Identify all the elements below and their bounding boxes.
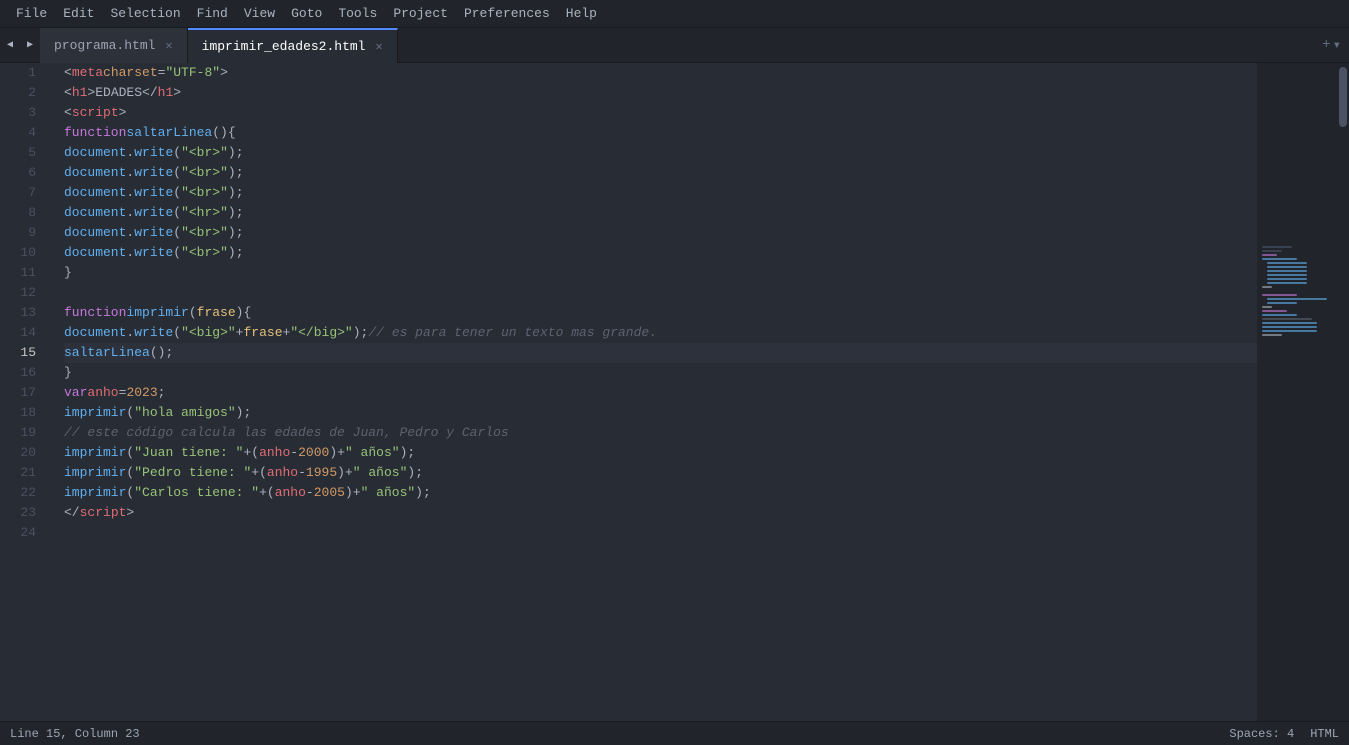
code-line-12 [64, 283, 1257, 303]
code-line-5: document.write("<br>"); [64, 143, 1257, 163]
line-number-5: 5 [16, 143, 36, 163]
plus-icon: + [1322, 37, 1330, 53]
menu-item-goto[interactable]: Goto [283, 4, 330, 23]
line-number-1: 1 [16, 63, 36, 83]
tab-add-button[interactable]: + ▾ [1314, 37, 1349, 54]
line-number-18: 18 [16, 403, 36, 423]
line-number-15: 15 [16, 343, 36, 363]
line-number-9: 9 [16, 223, 36, 243]
code-line-17: var anho = 2023; [64, 383, 1257, 403]
code-line-19: // este código calcula las edades de Jua… [64, 423, 1257, 443]
code-line-15: saltarLinea(); [64, 343, 1257, 363]
line-number-13: 13 [16, 303, 36, 323]
line-numbers: 123456789101112131415161718192021222324 [0, 63, 48, 721]
menu-item-project[interactable]: Project [385, 4, 456, 23]
line-number-10: 10 [16, 243, 36, 263]
code-line-4: function saltarLinea() { [64, 123, 1257, 143]
cursor-position: Line 15, Column 23 [10, 727, 140, 741]
code-line-10: document.write("<br>"); [64, 243, 1257, 263]
menu-item-file[interactable]: File [8, 4, 55, 23]
tab-label: imprimir_edades2.html [202, 39, 366, 54]
language-mode[interactable]: HTML [1310, 727, 1339, 741]
line-number-7: 7 [16, 183, 36, 203]
scrollbar-thumb[interactable] [1339, 67, 1347, 127]
line-number-16: 16 [16, 363, 36, 383]
menu-item-tools[interactable]: Tools [330, 4, 385, 23]
tab-close-programa[interactable]: ✕ [163, 37, 174, 54]
code-line-18: imprimir("hola amigos"); [64, 403, 1257, 423]
line-number-14: 14 [16, 323, 36, 343]
tab-nav-next[interactable]: ▶ [20, 28, 40, 63]
line-number-4: 4 [16, 123, 36, 143]
code-line-24 [64, 523, 1257, 543]
code-line-21: imprimir("Pedro tiene: " + (anho-1995) +… [64, 463, 1257, 483]
tab-bar: ◀ ▶ programa.html ✕ imprimir_edades2.htm… [0, 28, 1349, 63]
tab-programa[interactable]: programa.html ✕ [40, 28, 188, 63]
line-number-21: 21 [16, 463, 36, 483]
code-line-14: document.write("<big>"+frase+"</big>");/… [64, 323, 1257, 343]
tab-imprimir-edades[interactable]: imprimir_edades2.html ✕ [188, 28, 398, 63]
code-line-6: document.write("<br>"); [64, 163, 1257, 183]
status-right: Spaces: 4 HTML [1229, 727, 1339, 741]
code-line-9: document.write("<br>"); [64, 223, 1257, 243]
line-number-17: 17 [16, 383, 36, 403]
code-line-22: imprimir("Carlos tiene: " + (anho-2005) … [64, 483, 1257, 503]
line-number-12: 12 [16, 283, 36, 303]
code-line-20: imprimir("Juan tiene: " + (anho-2000) + … [64, 443, 1257, 463]
menu-item-help[interactable]: Help [558, 4, 605, 23]
line-number-20: 20 [16, 443, 36, 463]
code-editor[interactable]: <meta charset="UTF-8"><h1>EDADES</h1><sc… [48, 63, 1257, 721]
line-number-11: 11 [16, 263, 36, 283]
menu-item-edit[interactable]: Edit [55, 4, 102, 23]
code-line-16: } [64, 363, 1257, 383]
status-left: Line 15, Column 23 [10, 727, 140, 741]
line-number-23: 23 [16, 503, 36, 523]
tab-close-imprimir[interactable]: ✕ [373, 38, 384, 55]
line-number-8: 8 [16, 203, 36, 223]
line-number-22: 22 [16, 483, 36, 503]
vertical-scrollbar[interactable] [1337, 63, 1349, 721]
code-line-3: <script> [64, 103, 1257, 123]
tab-label: programa.html [54, 38, 155, 53]
tab-nav-prev[interactable]: ◀ [0, 28, 20, 63]
menu-item-preferences[interactable]: Preferences [456, 4, 558, 23]
code-line-23: </script> [64, 503, 1257, 523]
line-number-6: 6 [16, 163, 36, 183]
menu-bar: FileEditSelectionFindViewGotoToolsProjec… [0, 0, 1349, 28]
code-line-11: } [64, 263, 1257, 283]
menu-item-view[interactable]: View [236, 4, 283, 23]
code-line-1: <meta charset="UTF-8"> [64, 63, 1257, 83]
status-bar: Line 15, Column 23 Spaces: 4 HTML [0, 721, 1349, 745]
line-number-3: 3 [16, 103, 36, 123]
menu-item-selection[interactable]: Selection [102, 4, 188, 23]
line-number-24: 24 [16, 523, 36, 543]
editor-area: 123456789101112131415161718192021222324 … [0, 63, 1349, 721]
dropdown-icon: ▾ [1333, 37, 1341, 54]
code-line-7: document.write("<br>"); [64, 183, 1257, 203]
code-line-8: document.write("<hr>"); [64, 203, 1257, 223]
menu-item-find[interactable]: Find [189, 4, 236, 23]
minimap [1257, 63, 1337, 721]
line-number-2: 2 [16, 83, 36, 103]
code-line-13: function imprimir(frase) { [64, 303, 1257, 323]
indentation-info[interactable]: Spaces: 4 [1229, 727, 1294, 741]
line-number-19: 19 [16, 423, 36, 443]
code-line-2: <h1>EDADES</h1> [64, 83, 1257, 103]
